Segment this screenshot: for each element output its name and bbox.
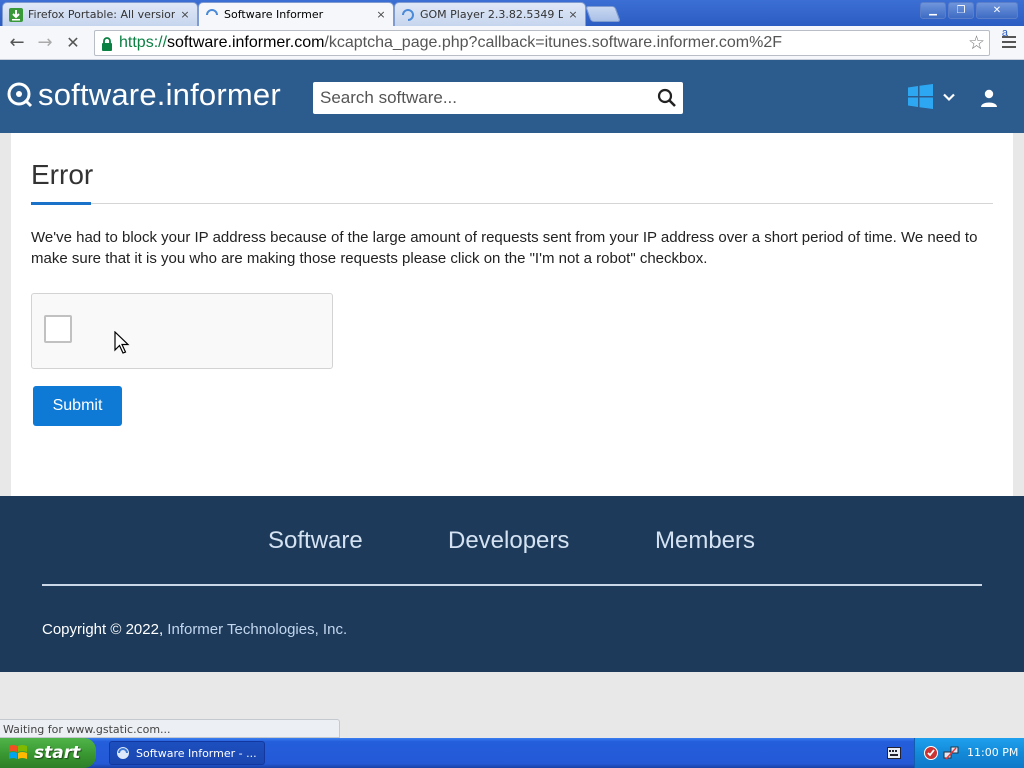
footer-link-software[interactable]: Software [268, 527, 363, 555]
lock-icon [100, 36, 114, 51]
title-divider [31, 203, 993, 204]
main-content: Error We've had to block your IP address… [11, 133, 1013, 496]
close-tab-icon[interactable]: × [375, 8, 387, 21]
copyright-text: Copyright © 2022, [42, 621, 168, 638]
browser-status-bubble: Waiting for www.gstatic.com... [0, 719, 340, 738]
windows-flag-icon [9, 745, 27, 759]
loading-spinner-icon [401, 8, 415, 22]
not-a-robot-checkbox[interactable] [44, 315, 72, 343]
browser-menu-icon[interactable] [1002, 36, 1016, 51]
page-title: Error [31, 159, 94, 190]
url-scheme: https:// [119, 34, 168, 51]
url-host: software.informer.com [167, 34, 325, 51]
back-button[interactable]: ← [6, 32, 28, 54]
stop-loading-button[interactable]: ✕ [62, 32, 84, 54]
recaptcha-widget [31, 293, 333, 369]
search-input[interactable] [313, 82, 649, 114]
url-path: /kcaptcha_page.php?callback=itunes.softw… [324, 34, 783, 51]
keyboard-icon[interactable] [887, 747, 901, 759]
taskbar-item-label: Software Informer - ... [136, 746, 257, 760]
browser-icon [117, 747, 129, 759]
error-message: We've had to block your IP address becau… [31, 229, 978, 267]
taskbar-clock: 11:00 PM [967, 746, 1019, 759]
footer-divider [42, 584, 982, 586]
copyright: Copyright © 2022, Informer Technologies,… [42, 621, 347, 638]
os-selector[interactable] [908, 84, 956, 109]
site-footer: Software Developers Members Copyright © … [0, 496, 1024, 672]
forward-button[interactable]: → [34, 32, 56, 54]
footer-link-members[interactable]: Members [655, 527, 755, 555]
browser-toolbar: ← → ✕ https://software.informer.com/kcap… [0, 26, 1024, 60]
new-tab-button[interactable] [585, 6, 621, 22]
logo-q-icon [7, 82, 33, 108]
tab-software-informer[interactable]: Software Informer × [198, 2, 394, 26]
security-tray-icon[interactable] [923, 745, 939, 761]
mouse-cursor-icon [114, 331, 130, 354]
site-header: software.informer [0, 60, 1024, 133]
tab-label: Firefox Portable: All versions [28, 8, 175, 21]
footer-link-developers[interactable]: Developers [448, 527, 569, 555]
loading-spinner-icon [205, 8, 219, 22]
logo-text: software.informer [38, 77, 281, 112]
browser-tab-strip: Firefox Portable: All versions × Softwar… [0, 0, 1024, 26]
search-box [313, 82, 683, 114]
close-window-button[interactable]: ✕ [976, 2, 1018, 19]
bookmark-star-icon[interactable]: ☆ [968, 32, 985, 54]
close-tab-icon[interactable]: × [567, 8, 579, 21]
tab-label: Software Informer [224, 8, 324, 21]
address-bar[interactable]: https://software.informer.com/kcaptcha_p… [94, 30, 990, 56]
restore-button[interactable]: ❐ [948, 2, 974, 19]
title-accent-bar [31, 202, 91, 205]
tab-firefox-portable[interactable]: Firefox Portable: All versions × [2, 2, 198, 26]
window-controls: ▁ ❐ ✕ [920, 2, 1018, 19]
taskbar-item-software-informer[interactable]: Software Informer - ... [109, 741, 265, 765]
system-tray: 11:00 PM [914, 738, 1024, 768]
user-account-icon[interactable] [979, 88, 999, 108]
start-button[interactable]: start [0, 738, 96, 768]
windows-taskbar: start Software Informer - ... 11:00 PM [0, 738, 1024, 768]
close-tab-icon[interactable]: × [179, 8, 191, 21]
download-icon [9, 7, 23, 22]
search-icon[interactable] [657, 88, 677, 108]
tab-gom-player[interactable]: GOM Player 2.3.82.5349 Download × [394, 2, 586, 26]
url-text: https://software.informer.com/kcaptcha_p… [119, 34, 782, 52]
start-label: start [34, 743, 81, 763]
chevron-down-icon [943, 93, 955, 101]
windows-logo-icon [908, 84, 933, 109]
network-tray-icon[interactable] [943, 745, 959, 761]
minimize-button[interactable]: ▁ [920, 2, 946, 19]
submit-button[interactable]: Submit [33, 386, 122, 426]
tab-label: GOM Player 2.3.82.5349 Download [420, 8, 563, 21]
informer-technologies-link[interactable]: Informer Technologies, Inc. [167, 621, 347, 638]
site-logo[interactable]: software.informer [6, 77, 281, 113]
